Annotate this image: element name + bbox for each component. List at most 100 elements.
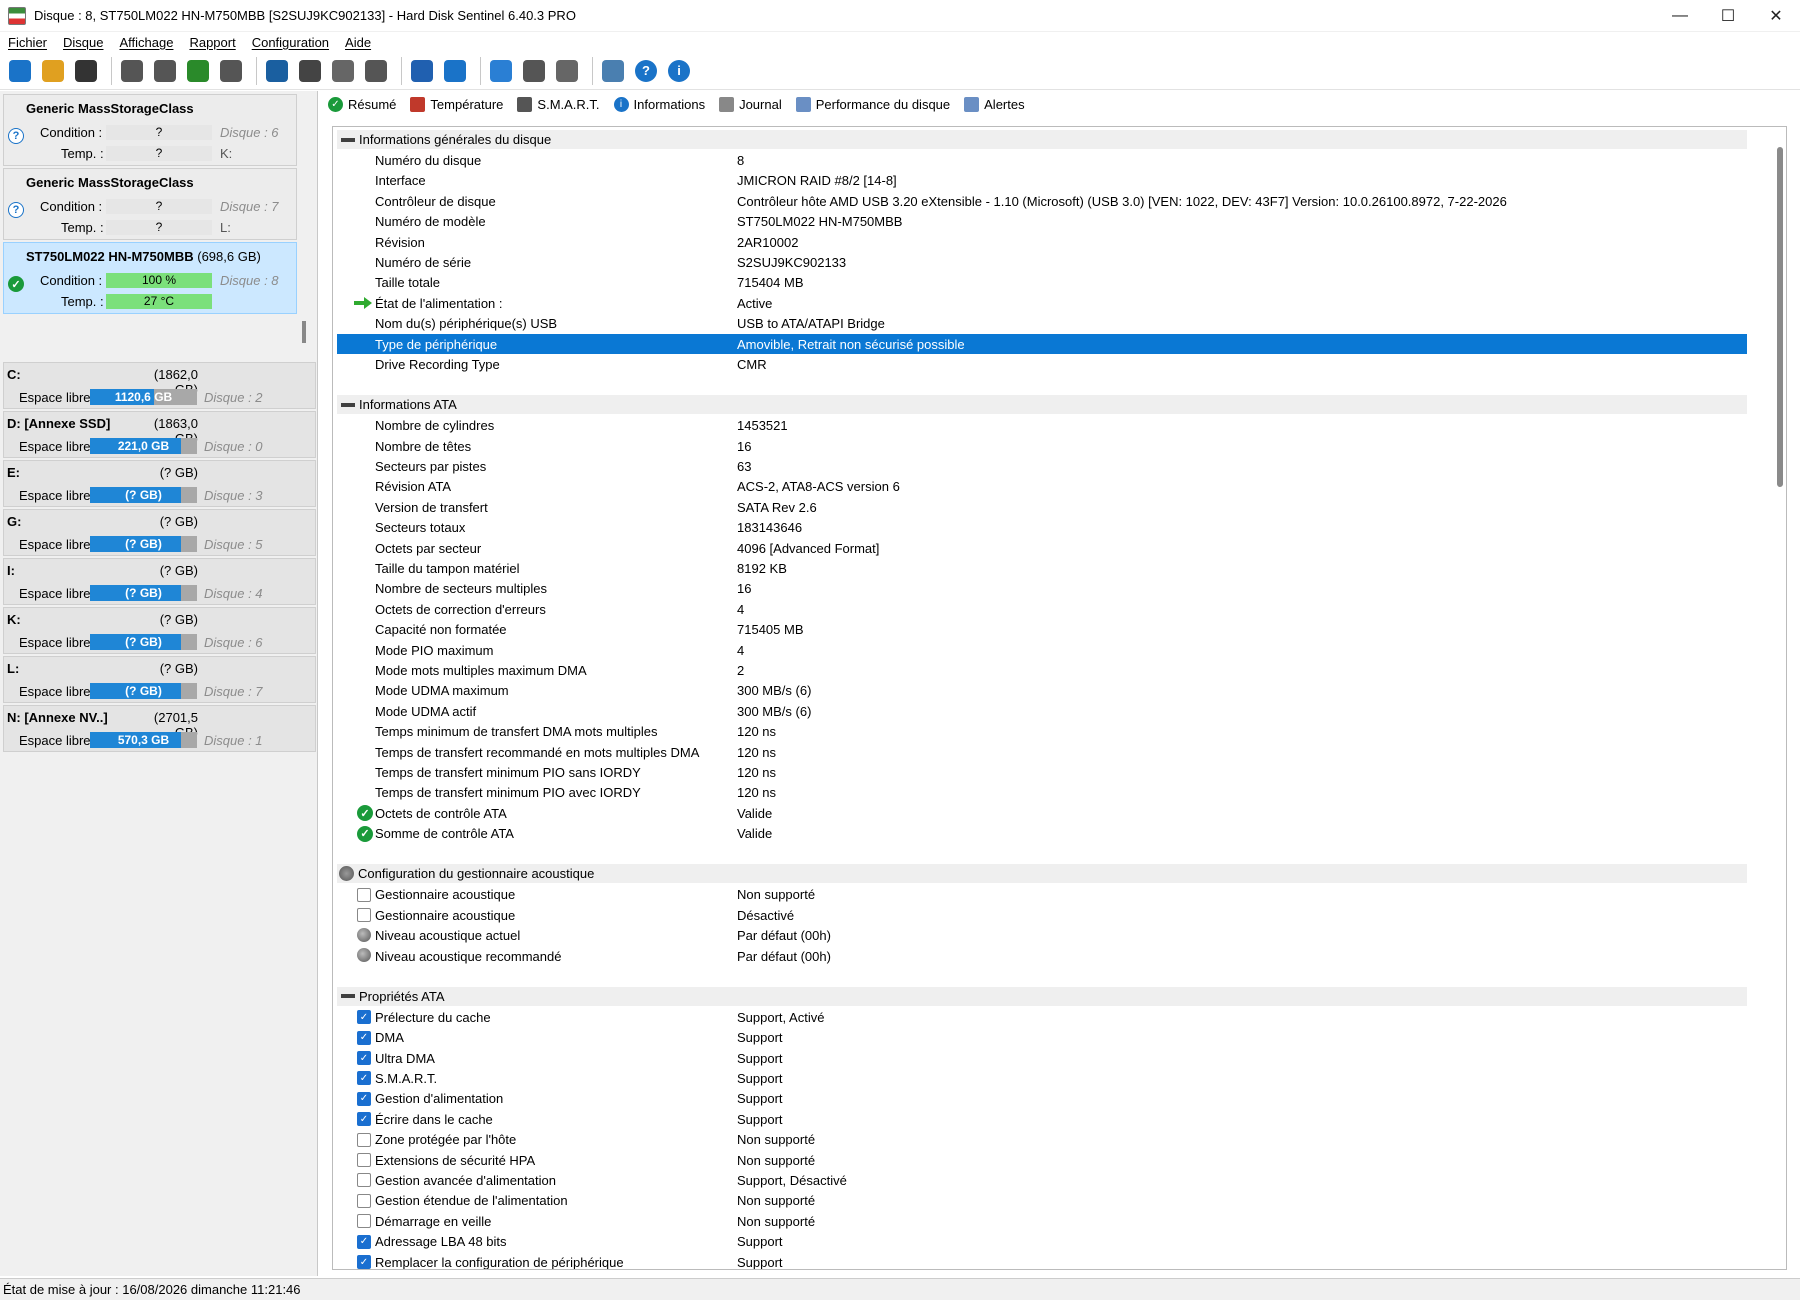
- disk-clock-button[interactable]: [151, 57, 179, 85]
- eject-button[interactable]: [296, 57, 324, 85]
- tab-performance-du-disque[interactable]: Performance du disque: [794, 95, 952, 114]
- property-row[interactable]: Mode mots multiples maximum DMA 2: [337, 660, 1747, 680]
- section-header[interactable]: Configuration du gestionnaire acoustique: [337, 864, 1747, 884]
- tab-r-sum-[interactable]: ✓ Résumé: [326, 95, 398, 114]
- collapse-icon[interactable]: [341, 994, 355, 999]
- section-header[interactable]: Propriétés ATA: [337, 986, 1747, 1006]
- mail-button[interactable]: [441, 57, 469, 85]
- property-row[interactable]: Démarrage en veille Non supporté: [337, 1211, 1747, 1231]
- report-button[interactable]: [408, 57, 436, 85]
- property-row[interactable]: Secteurs totaux 183143646: [337, 518, 1747, 538]
- property-row[interactable]: ✓ Remplacer la configuration de périphéri…: [337, 1252, 1747, 1269]
- property-row[interactable]: Taille totale 715404 MB: [337, 273, 1747, 293]
- refresh-warning-button[interactable]: [39, 57, 67, 85]
- disk-card[interactable]: Generic MassStorageClass? Condition : Temp…: [3, 94, 297, 166]
- disk-search-button[interactable]: [217, 57, 245, 85]
- disk-card[interactable]: Generic MassStorageClass? Condition : Temp…: [3, 168, 297, 240]
- property-row[interactable]: État de l'alimentation : Active: [337, 293, 1747, 313]
- maximize-button[interactable]: ☐: [1704, 0, 1752, 32]
- property-row[interactable]: Temps de transfert minimum PIO sans IORD…: [337, 762, 1747, 782]
- speaker-button[interactable]: [553, 57, 581, 85]
- property-row[interactable]: ✓ DMA Support: [337, 1028, 1747, 1048]
- disk-transfer-button[interactable]: [329, 57, 357, 85]
- property-row[interactable]: Taille du tampon matériel 8192 KB: [337, 558, 1747, 578]
- property-row[interactable]: Extensions de sécurité HPA Non supporté: [337, 1150, 1747, 1170]
- tab-temp-rature[interactable]: Température: [408, 95, 505, 114]
- property-row[interactable]: Gestionnaire acoustique Désactivé: [337, 905, 1747, 925]
- disk-card[interactable]: ST750LM022 HN-M750MBB (698,6 GB) ✓ Conditi…: [3, 242, 297, 314]
- property-row[interactable]: ✓ Ultra DMA Support: [337, 1048, 1747, 1068]
- disk-check-button[interactable]: [184, 57, 212, 85]
- disk-test-button[interactable]: [118, 57, 146, 85]
- property-row[interactable]: Zone protégée par l'hôte Non supporté: [337, 1130, 1747, 1150]
- property-row[interactable]: Nom du(s) périphérique(s) USB USB to ATA/…: [337, 314, 1747, 334]
- property-row[interactable]: Nombre de cylindres 1453521: [337, 416, 1747, 436]
- tab-informations[interactable]: i Informations: [611, 94, 708, 114]
- property-row[interactable]: Type de périphérique Amovible, Retrait no…: [337, 334, 1747, 354]
- property-row[interactable]: ✓ Adressage LBA 48 bits Support: [337, 1232, 1747, 1252]
- menu-affichage[interactable]: Affichage: [119, 35, 173, 50]
- property-row[interactable]: ✓ Gestion d'alimentation Support: [337, 1089, 1747, 1109]
- property-row[interactable]: Numéro de série S2SUJ9KC902133: [337, 252, 1747, 272]
- close-button[interactable]: ✕: [1752, 0, 1800, 32]
- property-row[interactable]: ✓ S.M.A.R.T. Support: [337, 1068, 1747, 1088]
- property-row[interactable]: Contrôleur de disque Contrôleur hôte AMD …: [337, 191, 1747, 211]
- property-row[interactable]: Numéro du disque 8: [337, 150, 1747, 170]
- volume-card[interactable]: D: [Annexe SSD](1863,0 GB)Espace libre22…: [3, 411, 316, 458]
- screenshot-button[interactable]: [599, 57, 627, 85]
- section-header[interactable]: Informations générales du disque: [337, 130, 1747, 149]
- section-header[interactable]: Informations ATA: [337, 395, 1747, 415]
- property-row[interactable]: Octets par secteur 4096 [Advanced Format]: [337, 538, 1747, 558]
- property-row[interactable]: ✓ Somme de contrôle ATA Valide: [337, 824, 1747, 844]
- network-disk-button[interactable]: [263, 57, 291, 85]
- property-row[interactable]: Mode UDMA actif 300 MB/s (6): [337, 701, 1747, 721]
- volume-card[interactable]: E: (? GB) Espace libre (? GB) Disque : 3: [3, 460, 316, 507]
- refresh-button[interactable]: [6, 57, 34, 85]
- property-row[interactable]: Mode PIO maximum 4: [337, 640, 1747, 660]
- property-row[interactable]: Gestion étendue de l'alimentation Non sup…: [337, 1191, 1747, 1211]
- volume-card[interactable]: K: (? GB) Espace libre (? GB) Disque : 6: [3, 607, 316, 654]
- property-row[interactable]: Drive Recording Type CMR: [337, 354, 1747, 374]
- property-row[interactable]: Numéro de modèle ST750LM022 HN-M750MBB: [337, 212, 1747, 232]
- property-row[interactable]: Mode UDMA maximum 300 MB/s (6): [337, 681, 1747, 701]
- property-row[interactable]: ✓ Octets de contrôle ATA Valide: [337, 803, 1747, 823]
- web-globe-button[interactable]: [487, 57, 515, 85]
- help-button[interactable]: ?: [632, 57, 660, 85]
- volume-card[interactable]: C:(1862,0 GB)Espace libre1120,6 GBDisque…: [3, 362, 316, 409]
- property-row[interactable]: Capacité non formatée 715405 MB: [337, 620, 1747, 640]
- menu-fichier[interactable]: Fichier: [8, 35, 47, 50]
- minimize-button[interactable]: —: [1656, 0, 1704, 32]
- info-button[interactable]: i: [665, 57, 693, 85]
- property-row[interactable]: Niveau acoustique recommandé Par défaut (…: [337, 946, 1747, 966]
- property-row[interactable]: Révision 2AR10002: [337, 232, 1747, 252]
- volume-card[interactable]: G: (? GB) Espace libre (? GB) Disque : 5: [3, 509, 316, 556]
- property-row[interactable]: Révision ATA ACS-2, ATA8-ACS version 6: [337, 477, 1747, 497]
- property-row[interactable]: Temps de transfert recommandé en mots mu…: [337, 742, 1747, 762]
- menu-aide[interactable]: Aide: [345, 35, 371, 50]
- volume-card[interactable]: I: (? GB) Espace libre (? GB) Disque : 4: [3, 558, 316, 605]
- tab-s-m-a-r-t-[interactable]: S.M.A.R.T.: [515, 95, 601, 114]
- property-row[interactable]: ✓ Prélecture du cache Support, Activé: [337, 1007, 1747, 1027]
- property-row[interactable]: Nombre de secteurs multiples 16: [337, 579, 1747, 599]
- property-row[interactable]: Temps minimum de transfert DMA mots mult…: [337, 722, 1747, 742]
- collapse-icon[interactable]: [341, 137, 355, 142]
- gear-button[interactable]: [520, 57, 548, 85]
- disk-export-button[interactable]: [362, 57, 390, 85]
- volume-card[interactable]: N: [Annexe NV..](2701,5 GB)Espace libre5…: [3, 705, 316, 752]
- property-row[interactable]: Octets de correction d'erreurs 4: [337, 599, 1747, 619]
- menu-rapport[interactable]: Rapport: [189, 35, 235, 50]
- tab-alertes[interactable]: Alertes: [962, 95, 1026, 114]
- content-scrollbar[interactable]: [1777, 147, 1783, 487]
- property-row[interactable]: Interface JMICRON RAID #8/2 [14-8]: [337, 171, 1747, 191]
- property-row[interactable]: Gestionnaire acoustique Non supporté: [337, 885, 1747, 905]
- property-row[interactable]: Gestion avancée d'alimentation Support, D…: [337, 1170, 1747, 1190]
- menu-disque[interactable]: Disque: [63, 35, 103, 50]
- property-row[interactable]: Nombre de têtes 16: [337, 436, 1747, 456]
- disk-list-scrollbar[interactable]: [302, 321, 306, 343]
- property-row[interactable]: Version de transfert SATA Rev 2.6: [337, 497, 1747, 517]
- volume-card[interactable]: L: (? GB) Espace libre (? GB) Disque : 7: [3, 656, 316, 703]
- tab-journal[interactable]: Journal: [717, 95, 784, 114]
- property-row[interactable]: Secteurs par pistes 63: [337, 456, 1747, 476]
- menu-configuration[interactable]: Configuration: [252, 35, 329, 50]
- collapse-icon[interactable]: [341, 402, 355, 407]
